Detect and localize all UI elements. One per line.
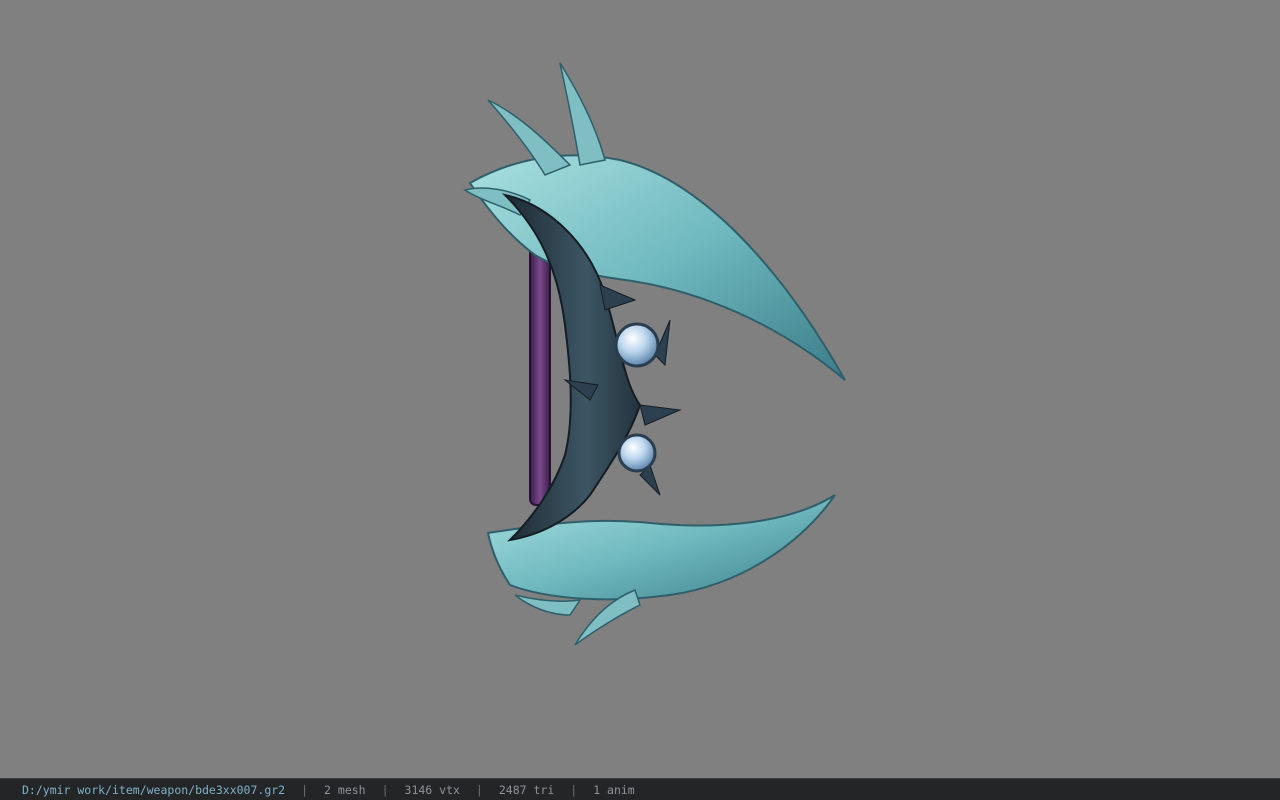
vertex-count: 3146 vtx [404,782,460,797]
model-viewport[interactable] [0,0,1280,778]
upper-orb [614,322,660,368]
file-path: D:/ymir work/item/weapon/bde3xx007.gr2 [22,782,286,797]
weapon-handle [529,239,551,506]
separator: | [570,782,578,797]
separator: | [381,782,389,797]
scythe-weapon-model [463,62,846,646]
animation-count: 1 anim [593,782,635,797]
status-bar: D:/ymir work/item/weapon/bde3xx007.gr2 |… [0,778,1280,800]
separator: | [475,782,483,797]
lower-orb [617,433,657,473]
triangle-count: 2487 tri [498,782,555,797]
mesh-count: 2 mesh [324,782,366,797]
separator: | [301,782,309,797]
